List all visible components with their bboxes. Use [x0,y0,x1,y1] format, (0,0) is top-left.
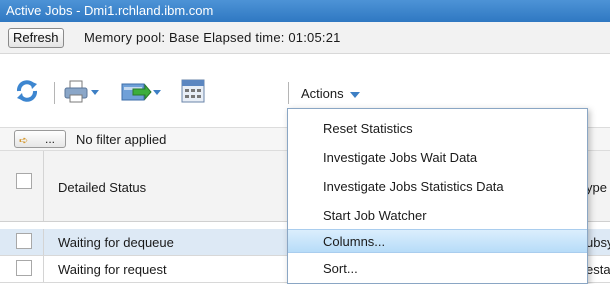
actions-menu-button[interactable]: Actions [301,86,360,101]
refresh-icon[interactable] [14,78,40,107]
print-icon[interactable] [64,80,100,107]
menu-item-reset-statistics[interactable]: Reset Statistics [288,117,587,141]
chevron-down-icon [349,91,360,98]
filter-icon: ➪ [19,135,29,147]
row-status: Waiting for request [58,262,167,277]
toolbar-separator [288,82,289,104]
menu-item-sort[interactable]: Sort... [288,257,587,281]
menu-item-start-job-watcher[interactable]: Start Job Watcher [288,204,587,228]
export-icon[interactable] [121,80,161,107]
calculator-icon[interactable] [180,78,206,107]
menu-item-investigate-statistics-data[interactable]: Investigate Jobs Statistics Data [288,175,587,199]
status-text: Memory pool: Base Elapsed time: 01:05:21 [84,30,341,45]
select-all-checkbox[interactable] [16,173,32,189]
column-header-type[interactable]: ype [586,180,607,195]
actions-dropdown-menu: Reset Statistics Investigate Jobs Wait D… [287,108,588,284]
filter-status-label: No filter applied [76,132,167,147]
menu-item-columns[interactable]: Columns... [288,229,587,253]
select-column [0,256,44,282]
row-status: Waiting for dequeue [58,235,174,250]
select-column [0,229,44,255]
column-header-detailed-status[interactable]: Detailed Status [58,180,146,195]
row-type: esta [586,262,610,277]
window-title: Active Jobs - Dmi1.rchland.ibm.com [0,0,610,22]
toolbar-separator [54,82,55,104]
select-column [0,151,44,221]
refresh-button[interactable]: Refresh [8,28,64,48]
row-checkbox[interactable] [16,233,32,249]
filter-button[interactable]: ➪ ... [14,130,66,148]
info-bar: Refresh Memory pool: Base Elapsed time: … [0,22,610,54]
menu-item-investigate-wait-data[interactable]: Investigate Jobs Wait Data [288,146,587,170]
filter-button-label: ... [45,132,56,146]
toolbar: Actions [0,68,610,110]
actions-label: Actions [301,86,344,101]
row-checkbox[interactable] [16,260,32,276]
row-type: ubsy [586,235,610,250]
